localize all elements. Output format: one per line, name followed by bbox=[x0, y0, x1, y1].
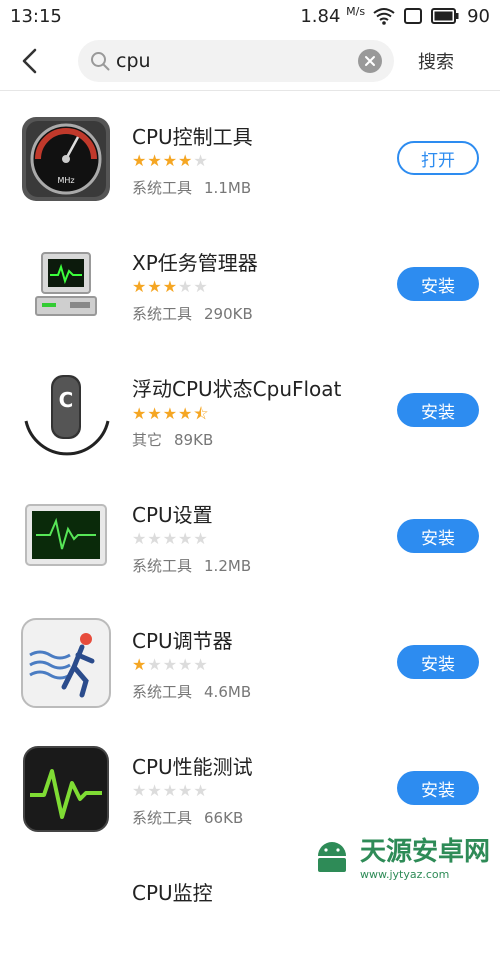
watermark: 天源安卓网 www.jytyaz.com bbox=[310, 831, 490, 881]
clock: 13:15 bbox=[10, 6, 300, 27]
status-bar: 13:15 1.84 M/s 90 bbox=[0, 0, 500, 32]
android-icon bbox=[310, 836, 354, 876]
battery-icon bbox=[431, 8, 459, 24]
search-input[interactable]: cpu bbox=[116, 50, 358, 72]
list-item[interactable]: CPU调节器 ★★★★★ 系统工具 4.6MB 安装 bbox=[0, 595, 500, 721]
status-icons: 1.84 M/s 90 bbox=[300, 5, 490, 27]
app-category: 系统工具 bbox=[132, 809, 192, 827]
app-category: 系统工具 bbox=[132, 305, 192, 323]
install-button[interactable]: 安装 bbox=[397, 393, 479, 427]
open-button[interactable]: 打开 bbox=[397, 141, 479, 175]
rating-stars: ★★★★★ bbox=[132, 277, 209, 296]
rating-stars: ★★★★★ bbox=[132, 655, 209, 674]
svg-text:MHz: MHz bbox=[57, 176, 74, 185]
app-size: 89KB bbox=[174, 431, 213, 449]
app-name[interactable]: CPU设置 bbox=[132, 499, 213, 528]
list-item[interactable]: C 浮动CPU状态CpuFloat ★★★★⯪ 其它 89KB 安装 bbox=[0, 343, 500, 469]
app-name[interactable]: CPU监控 bbox=[132, 877, 213, 906]
list-item[interactable]: MHz CPU控制工具 ★★★★★ 系统工具 1.1MB 打开 bbox=[0, 91, 500, 217]
rating-stars: ★★★★★ bbox=[132, 781, 209, 800]
watermark-text: 天源安卓网 bbox=[360, 831, 490, 868]
network-speed: 1.84 M/s bbox=[300, 5, 365, 27]
list-item[interactable]: CPU设置 ★★★★★ 系统工具 1.2MB 安装 bbox=[0, 469, 500, 595]
chevron-left-icon bbox=[20, 48, 40, 74]
app-size: 1.1MB bbox=[204, 179, 251, 197]
app-meta: 系统工具 1.1MB bbox=[132, 177, 251, 198]
watermark-url: www.jytyaz.com bbox=[360, 868, 490, 881]
app-name[interactable]: CPU性能测试 bbox=[132, 751, 253, 780]
search-box[interactable]: cpu bbox=[78, 40, 394, 82]
app-icon-activity bbox=[20, 743, 112, 835]
app-meta: 系统工具 1.2MB bbox=[132, 555, 251, 576]
app-icon-monitor bbox=[20, 491, 112, 583]
speed-value: 1.84 bbox=[300, 6, 340, 27]
search-button[interactable]: 搜索 bbox=[418, 48, 454, 74]
app-meta: 系统工具 4.6MB bbox=[132, 681, 251, 702]
list-item[interactable]: XP任务管理器 ★★★★★ 系统工具 290KB 安装 bbox=[0, 217, 500, 343]
app-size: 1.2MB bbox=[204, 557, 251, 575]
install-button[interactable]: 安装 bbox=[397, 267, 479, 301]
svg-text:C: C bbox=[59, 388, 74, 412]
rating-stars: ★★★★★ bbox=[132, 151, 209, 170]
app-meta: 系统工具 290KB bbox=[132, 303, 253, 324]
app-icon-cpufloat: C bbox=[20, 365, 112, 457]
app-category: 系统工具 bbox=[132, 683, 192, 701]
rating-stars: ★★★★★ bbox=[132, 529, 209, 548]
app-category: 其它 bbox=[132, 431, 162, 449]
app-size: 290KB bbox=[204, 305, 253, 323]
app-size: 66KB bbox=[204, 809, 243, 827]
close-icon bbox=[364, 55, 376, 67]
rating-stars: ★★★★⯪ bbox=[132, 403, 210, 430]
app-size: 4.6MB bbox=[204, 683, 251, 701]
app-icon-computer bbox=[20, 239, 112, 331]
app-name[interactable]: CPU调节器 bbox=[132, 625, 233, 654]
app-category: 系统工具 bbox=[132, 557, 192, 575]
list-item[interactable]: CPU性能测试 ★★★★★ 系统工具 66KB 安装 bbox=[0, 721, 500, 847]
app-name[interactable]: 浮动CPU状态CpuFloat bbox=[132, 373, 341, 402]
app-name[interactable]: CPU控制工具 bbox=[132, 121, 253, 150]
app-icon-runner bbox=[20, 617, 112, 709]
app-meta: 系统工具 66KB bbox=[132, 807, 243, 828]
install-button[interactable]: 安装 bbox=[397, 519, 479, 553]
install-button[interactable]: 安装 bbox=[397, 771, 479, 805]
app-name[interactable]: XP任务管理器 bbox=[132, 247, 258, 276]
app-category: 系统工具 bbox=[132, 179, 192, 197]
app-meta: 其它 89KB bbox=[132, 429, 213, 450]
install-button[interactable]: 安装 bbox=[397, 645, 479, 679]
back-button[interactable] bbox=[0, 32, 60, 90]
clear-button[interactable] bbox=[358, 49, 382, 73]
search-header: cpu 搜索 bbox=[0, 32, 500, 90]
speed-unit: M/s bbox=[346, 5, 365, 18]
wifi-icon bbox=[373, 7, 395, 25]
battery-level: 90 bbox=[467, 6, 490, 27]
screen-icon bbox=[403, 7, 423, 25]
search-icon bbox=[90, 51, 110, 71]
app-icon-speedometer: MHz bbox=[20, 113, 112, 205]
